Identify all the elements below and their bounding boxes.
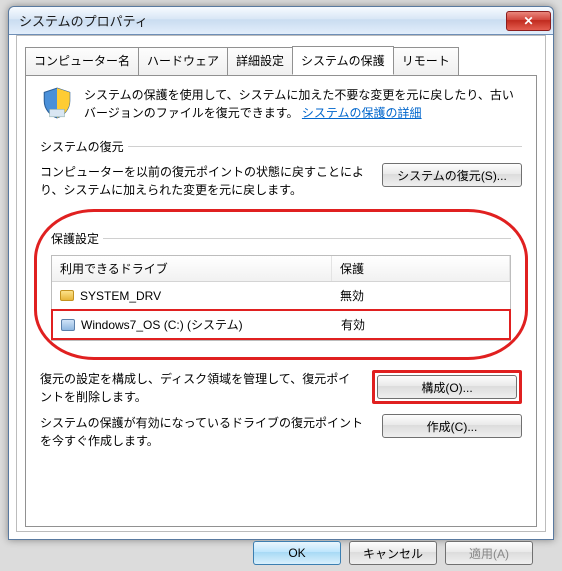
drive-status: 無効 [332,285,510,306]
divider [128,146,522,147]
drive-status: 有効 [333,314,509,335]
configure-row: 復元の設定を構成し、ディスク領域を管理して、復元ポイントを削除します。 構成(O… [40,370,522,406]
configure-desc: 復元の設定を構成し、ディスク領域を管理して、復元ポイントを削除します。 [40,370,360,406]
table-row[interactable]: Windows7_OS (C:) (システム) 有効 [51,309,511,340]
tab-strip: コンピューター名 ハードウェア 詳細設定 システムの保護 リモート [17,36,545,75]
system-properties-window: システムのプロパティ ✕ コンピューター名 ハードウェア 詳細設定 システムの保… [8,6,554,540]
titlebar[interactable]: システムのプロパティ ✕ [9,7,553,35]
help-link[interactable]: システムの保護の詳細 [302,106,422,120]
tab-advanced[interactable]: 詳細設定 [227,47,293,76]
header-status[interactable]: 保護 [332,256,510,281]
disk-icon [61,319,75,331]
configure-button[interactable]: 構成(O)... [377,375,517,399]
intro-block: システムの保護を使用して、システムに加えた不要な変更を元に戻したり、古いバージョ… [40,86,522,122]
protection-settings-group: 保護設定 利用できるドライブ 保護 SYSTEM_DRV 無効 [34,209,528,360]
configure-highlight: 構成(O)... [372,370,522,404]
intro-text: システムの保護を使用して、システムに加えた不要な変更を元に戻したり、古いバージョ… [84,86,522,122]
tab-system-protection[interactable]: システムの保護 [292,46,394,75]
tab-remote[interactable]: リモート [393,47,459,76]
create-desc: システムの保護が有効になっているドライブの復元ポイントを今すぐ作成します。 [40,414,370,450]
section-system-restore: システムの復元 [40,138,522,155]
drive-name: SYSTEM_DRV [80,289,161,303]
window-title: システムのプロパティ [19,11,506,30]
divider [103,238,511,239]
header-drive[interactable]: 利用できるドライブ [52,256,332,281]
drive-table-header: 利用できるドライブ 保護 [52,256,510,282]
section-title-restore: システムの復元 [40,138,124,155]
section-protection: 保護設定 [51,230,511,247]
tab-computer-name[interactable]: コンピューター名 [25,47,139,76]
create-row: システムの保護が有効になっているドライブの復元ポイントを今すぐ作成します。 作成… [40,414,522,450]
drive-table: 利用できるドライブ 保護 SYSTEM_DRV 無効 Windows7 [51,255,511,341]
dialog-footer: OK キャンセル 適用(A) [17,535,545,571]
folder-icon [60,290,74,301]
content-area: コンピューター名 ハードウェア 詳細設定 システムの保護 リモート システムの保… [16,35,546,532]
apply-button[interactable]: 適用(A) [445,541,533,565]
intro-body: システムの保護を使用して、システムに加えた不要な変更を元に戻したり、古いバージョ… [84,88,514,120]
table-row[interactable]: SYSTEM_DRV 無効 [52,282,510,309]
drive-name: Windows7_OS (C:) (システム) [81,316,243,333]
shield-icon [40,86,74,120]
cancel-button[interactable]: キャンセル [349,541,437,565]
close-button[interactable]: ✕ [506,11,551,31]
system-restore-button[interactable]: システムの復元(S)... [382,163,522,187]
close-icon: ✕ [523,14,533,28]
tab-panel-system-protection: システムの保護を使用して、システムに加えた不要な変更を元に戻したり、古いバージョ… [25,75,537,527]
tab-hardware[interactable]: ハードウェア [138,47,228,76]
create-button[interactable]: 作成(C)... [382,414,522,438]
restore-row: コンピューターを以前の復元ポイントの状態に戻すことにより、システムに加えられた変… [40,163,522,199]
restore-desc: コンピューターを以前の復元ポイントの状態に戻すことにより、システムに加えられた変… [40,163,370,199]
section-title-protection: 保護設定 [51,230,99,247]
ok-button[interactable]: OK [253,541,341,565]
